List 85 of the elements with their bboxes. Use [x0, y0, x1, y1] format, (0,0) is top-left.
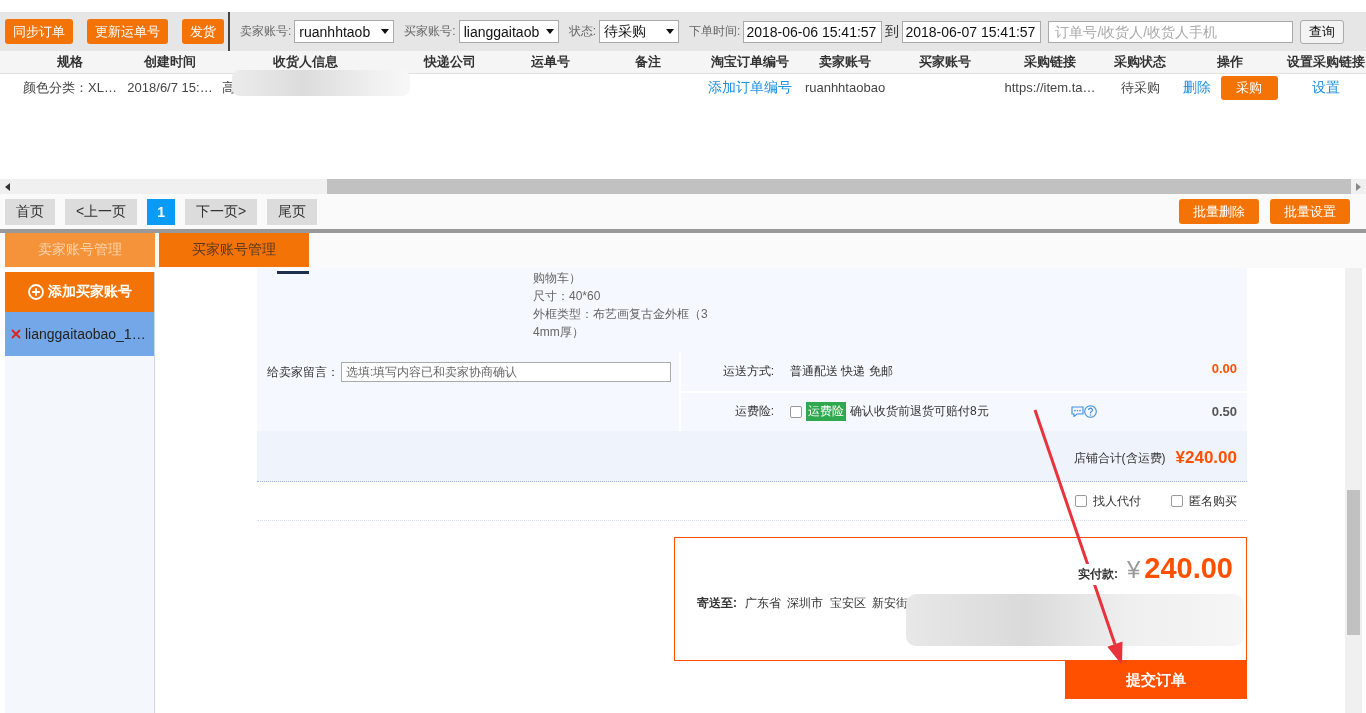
caret-icon: [381, 29, 390, 34]
purchase-button[interactable]: 采购: [1220, 75, 1278, 100]
query-button[interactable]: 查询: [1300, 19, 1345, 44]
table-cell-text: ruanhhtaobao: [803, 80, 887, 95]
range-separator: 到: [885, 22, 900, 41]
message-field[interactable]: 选填:填写内容已和卖家协商确认: [341, 362, 671, 382]
column-header: 设置采购链接: [1285, 53, 1366, 71]
date-field[interactable]: 2018-06-06 15:41:57: [743, 20, 883, 43]
checkbox[interactable]: [790, 405, 802, 418]
currency-symbol: ¥: [1126, 556, 1141, 584]
column-header: 淘宝订单编号: [710, 53, 790, 71]
date-field[interactable]: 2018-06-07 15:41:57: [902, 20, 1042, 43]
store-total-label: 店铺合计(含运费): [1073, 449, 1166, 467]
toolbar-button[interactable]: 发货: [182, 19, 224, 44]
dropdown[interactable]: ruanhhtaob: [294, 20, 395, 43]
product-attribute: 外框类型：布艺画复古金外框（34mm厚）: [533, 306, 709, 341]
filter-label: 状态:: [568, 23, 597, 40]
dropdown[interactable]: lianggaitaob: [458, 20, 559, 43]
column-header: 创建时间: [143, 53, 197, 71]
delete-link[interactable]: 删除: [1182, 78, 1211, 97]
option-label: 匿名购买: [1189, 492, 1237, 510]
checkbox[interactable]: [1075, 495, 1087, 507]
insurance-price: 0.50: [1211, 404, 1237, 420]
page-button[interactable]: 尾页: [267, 198, 318, 225]
horizontal-scrollbar[interactable]: [0, 179, 1366, 194]
dropdown[interactable]: 待采购: [599, 20, 680, 43]
page-button[interactable]: 下一页>: [185, 198, 258, 225]
chat-icon[interactable]: [1070, 406, 1084, 418]
account-item[interactable]: lianggaitaobao_1…: [5, 312, 154, 356]
right-arrow-icon[interactable]: [1356, 182, 1361, 191]
page-button[interactable]: 1: [147, 198, 175, 225]
link-cell-text: https://item.ta…: [1003, 80, 1097, 95]
plus-circle-icon: [27, 284, 44, 300]
page-button[interactable]: <上一页: [65, 198, 138, 225]
search-field[interactable]: 订单号/收货人/收货人手机: [1048, 20, 1294, 43]
help-icon[interactable]: [1083, 405, 1097, 419]
column-header: 卖家账号: [818, 53, 872, 71]
checkbox[interactable]: [1171, 495, 1183, 507]
column-header: 采购状态: [1113, 53, 1167, 71]
option-label: 找人代付: [1093, 492, 1141, 510]
column-header: 采购链接: [1023, 53, 1077, 71]
table-cell-text: 2018/6/7 15:…: [126, 80, 214, 95]
table-cell-text: 待采购: [1119, 78, 1161, 97]
cross-icon[interactable]: [11, 329, 21, 339]
column-header: 操作: [1216, 53, 1244, 71]
vertical-scrollbar[interactable]: [1345, 268, 1362, 713]
submit-order-button[interactable]: 提交订单: [1065, 661, 1247, 699]
insurance-badge: 运费险: [806, 402, 846, 422]
store-total-amount: ¥240.00: [1175, 448, 1237, 468]
tab[interactable]: 买家账号管理: [159, 233, 309, 267]
insurance-text: 确认收货前退货可赔付8元: [850, 403, 989, 421]
column-header: 规格: [56, 53, 84, 71]
product-attribute: 尺寸：40*60: [533, 288, 602, 305]
filter-label: 卖家账号:: [240, 23, 292, 40]
shipping-price: 0.00: [1211, 360, 1237, 376]
ship-to-label: 寄送至:: [697, 595, 737, 612]
column-header: 买家账号: [918, 53, 972, 71]
column-header: 运单号: [529, 53, 571, 71]
left-arrow-icon[interactable]: [5, 182, 10, 191]
column-header: 收货人信息: [271, 53, 339, 71]
scrollbar-thumb[interactable]: [1347, 490, 1360, 635]
link[interactable]: 设置: [1311, 78, 1340, 95]
product-attribute: 购物车）: [533, 270, 582, 287]
page-button[interactable]: 首页: [5, 198, 55, 225]
message-label: 给卖家留言：: [267, 364, 339, 381]
link[interactable]: 添加订单编号: [708, 78, 792, 95]
table-cell-text: 颜色分类：XL…: [22, 78, 118, 97]
filter-label: 下单时间:: [689, 23, 741, 40]
caret-icon: [666, 29, 675, 34]
column-header: 备注: [633, 53, 662, 71]
address-text: 广东省 深圳市 宝安区 新安街: [745, 595, 908, 612]
scrollbar-thumb[interactable]: [327, 179, 1351, 194]
column-header: 快递公司: [422, 53, 477, 71]
add-account-button[interactable]: 添加买家账号: [5, 272, 154, 312]
caret-icon: [545, 29, 554, 34]
insurance-label: 运费险:: [733, 403, 774, 421]
toolbar-button[interactable]: 更新运单号: [87, 19, 168, 44]
amount-value: 240.00: [1144, 552, 1233, 585]
shipping-label: 运送方式:: [721, 362, 774, 380]
amount-label: 实付款:: [1076, 564, 1119, 585]
batch-button[interactable]: 批量设置: [1270, 199, 1350, 224]
toolbar-button[interactable]: 同步订单: [5, 19, 73, 44]
batch-button[interactable]: 批量删除: [1179, 199, 1259, 224]
shipping-method: 普通配送 快递 免邮: [790, 362, 893, 380]
filter-label: 买家账号:: [404, 23, 456, 40]
